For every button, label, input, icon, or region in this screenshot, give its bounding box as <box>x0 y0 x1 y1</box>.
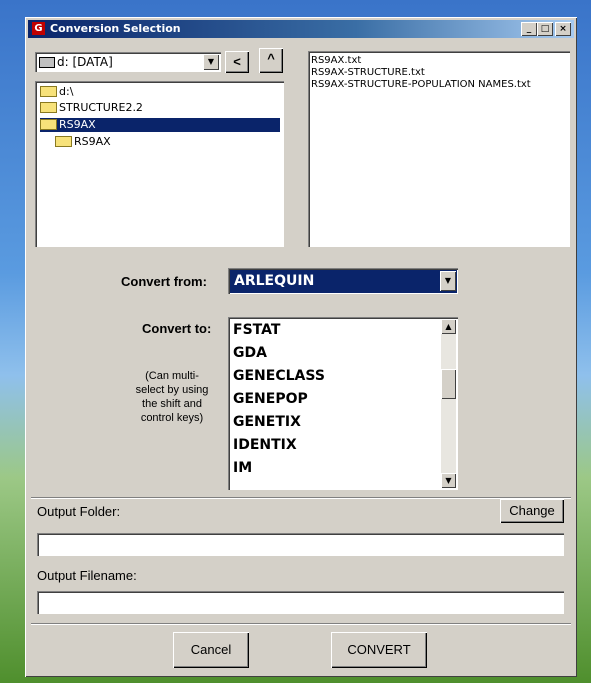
title-bar: G Conversion Selection _ □ × <box>28 20 574 38</box>
divider <box>31 497 571 499</box>
file-list[interactable]: RS9AX.txt RS9AX-STRUCTURE.txt RS9AX-STRU… <box>308 51 570 247</box>
convert-button[interactable]: CONVERT <box>331 632 427 668</box>
folder-open-icon <box>40 102 57 113</box>
folder-open-icon <box>40 119 57 130</box>
output-filename-label: Output Filename: <box>37 568 137 583</box>
chevron-down-icon[interactable]: ▼ <box>440 271 456 291</box>
chevron-down-icon[interactable]: ▼ <box>203 54 219 70</box>
list-item[interactable]: GENECLASS <box>233 367 325 385</box>
file-item[interactable]: RS9AX.txt <box>311 55 361 67</box>
drive-icon <box>39 57 55 68</box>
up-folder-button[interactable]: ^ <box>259 48 283 73</box>
drive-select-value: d: [DATA] <box>57 55 113 69</box>
hint-line: control keys) <box>140 412 204 424</box>
output-filename-field[interactable] <box>37 591 564 614</box>
list-item[interactable]: GDA <box>233 344 267 362</box>
scroll-down-icon[interactable]: ▼ <box>441 473 456 488</box>
tree-item-structure[interactable]: STRUCTURE2.2 <box>40 101 143 115</box>
minimize-button[interactable]: _ <box>521 22 537 36</box>
tree-item-label: d:\ <box>59 85 74 98</box>
scroll-up-icon[interactable]: ▲ <box>441 319 456 334</box>
tree-item-label: RS9AX <box>74 135 111 148</box>
change-folder-button[interactable]: Change <box>500 499 564 523</box>
file-item[interactable]: RS9AX-STRUCTURE.txt <box>311 67 425 79</box>
maximize-button[interactable]: □ <box>537 22 553 36</box>
output-folder-label: Output Folder: <box>37 504 121 519</box>
cancel-button[interactable]: Cancel <box>173 632 249 668</box>
folder-open-icon <box>40 86 57 97</box>
convert-to-list[interactable]: FSTAT GDA GENECLASS GENEPOP GENETIX IDEN… <box>228 317 458 490</box>
scroll-thumb[interactable] <box>441 369 456 399</box>
multiselect-hint: (Can multi- select by using the shift an… <box>120 369 224 425</box>
list-item[interactable]: IM <box>233 459 252 477</box>
scrollbar[interactable]: ▲ ▼ <box>441 319 456 488</box>
drive-select[interactable]: d: [DATA] ▼ <box>35 52 221 72</box>
back-button[interactable]: < <box>225 51 249 73</box>
hint-line: select by using <box>135 384 209 396</box>
close-button[interactable]: × <box>555 22 571 36</box>
list-item[interactable]: GENETIX <box>233 413 301 431</box>
tree-item-label: RS9AX <box>59 118 96 131</box>
list-item[interactable]: GENEPOP <box>233 390 308 408</box>
tree-item-label: STRUCTURE2.2 <box>59 101 143 114</box>
divider <box>31 623 571 625</box>
hint-line: the shift and <box>142 398 202 410</box>
list-item[interactable]: IDENTIX <box>233 436 297 454</box>
output-folder-field[interactable] <box>37 533 564 556</box>
tree-item-rs9ax-selected[interactable]: RS9AX <box>40 118 280 132</box>
hint-line: (Can multi- <box>145 370 199 382</box>
file-item[interactable]: RS9AX-STRUCTURE-POPULATION NAMES.txt <box>311 79 531 91</box>
folder-icon <box>55 136 72 147</box>
tree-item-rs9ax-sub[interactable]: RS9AX <box>55 135 111 149</box>
convert-to-label: Convert to: <box>142 321 212 336</box>
list-item[interactable]: FSTAT <box>233 321 280 339</box>
convert-from-value: ARLEQUIN <box>234 273 315 289</box>
convert-from-label: Convert from: <box>121 274 207 289</box>
window-title: Conversion Selection <box>50 22 181 35</box>
convert-from-select[interactable]: ARLEQUIN ▼ <box>228 268 458 294</box>
tree-item-drive-root[interactable]: d:\ <box>40 85 73 99</box>
folder-tree[interactable]: d:\ STRUCTURE2.2 RS9AX RS9AX <box>35 81 284 247</box>
app-icon: G <box>32 22 45 35</box>
conversion-selection-dialog: G Conversion Selection _ □ × d: [DATA] ▼… <box>25 17 577 677</box>
